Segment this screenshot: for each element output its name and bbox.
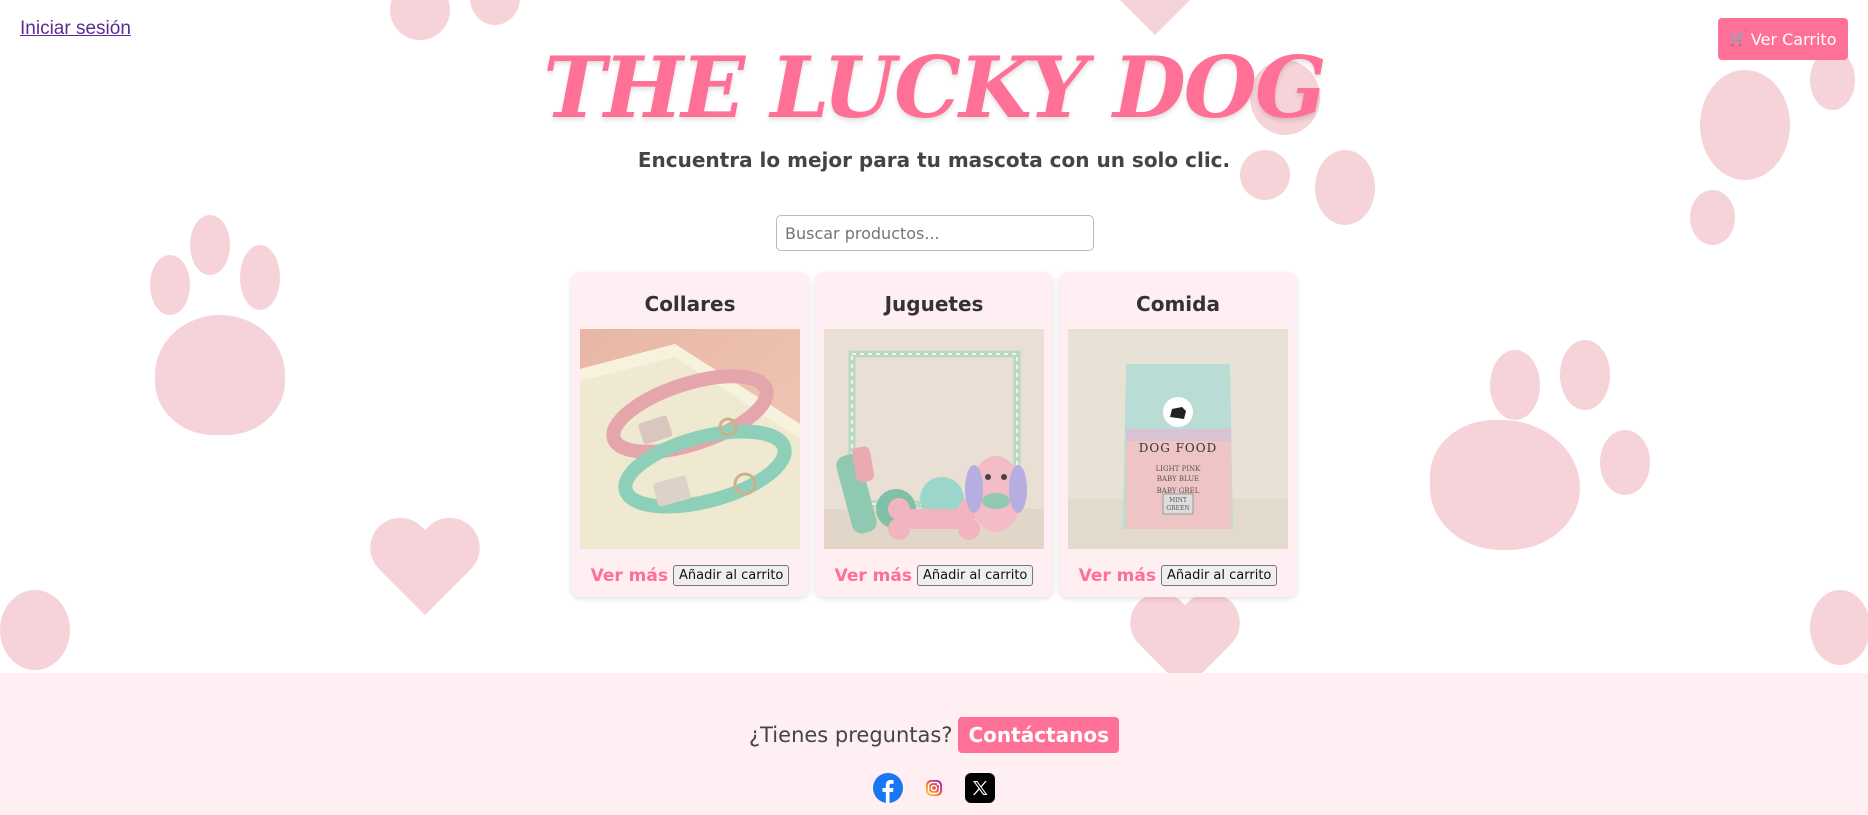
product-image-collares [580, 329, 800, 549]
product-image-juguetes [824, 329, 1044, 549]
product-cards: Collares Ver más Añadir al carrito Jugue… [571, 272, 1297, 597]
add-to-cart-button[interactable]: Añadir al carrito [1160, 565, 1278, 586]
contact-question: ¿Tienes preguntas? [748, 723, 953, 747]
food-bag-tag: MINT [1169, 497, 1187, 504]
paw-print-decoration [1800, 590, 1868, 673]
facebook-icon[interactable] [873, 773, 903, 803]
site-title: THE LUCKY DOG [543, 38, 1326, 137]
product-card-collares: Collares Ver más Añadir al carrito [571, 272, 809, 597]
food-bag-line: LIGHT PINK [1155, 465, 1201, 473]
see-more-link[interactable]: Ver más [591, 566, 668, 586]
product-title: Comida [1136, 292, 1220, 316]
product-title: Collares [644, 292, 736, 316]
food-bag-line: BABY BLUE [1156, 475, 1200, 483]
product-image-comida: DOG FOOD LIGHT PINK BABY BLUE BABY GREL … [1068, 329, 1288, 549]
contact-button[interactable]: Contáctanos [958, 717, 1119, 753]
food-bag-label: DOG FOOD [1138, 441, 1218, 455]
product-title: Juguetes [884, 292, 984, 316]
add-to-cart-button[interactable]: Añadir al carrito [672, 565, 790, 586]
footer: ¿Tienes preguntas? Contáctanos [0, 673, 1868, 815]
see-more-link[interactable]: Ver más [835, 566, 912, 586]
tagline: Encuentra lo mejor para tu mascota con u… [637, 148, 1231, 172]
food-bag-line: BABY GREL [1156, 487, 1200, 495]
paw-print-decoration [1430, 340, 1660, 570]
paw-print-decoration [0, 590, 70, 673]
search-input[interactable] [776, 215, 1094, 251]
x-icon[interactable] [965, 773, 995, 803]
food-bag-tag: GREEN [1166, 505, 1190, 512]
product-card-juguetes: Juguetes Ver más Añadir al carrito [815, 272, 1053, 597]
add-to-cart-button[interactable]: Añadir al carrito [916, 565, 1034, 586]
login-link[interactable]: Iniciar sesión [20, 18, 131, 40]
product-card-comida: Comida DOG FOOD LIGHT PINK BABY BLUE BAB… [1059, 272, 1297, 597]
paw-print-decoration [150, 215, 290, 445]
heart-decoration [370, 520, 480, 620]
instagram-icon[interactable] [919, 773, 949, 803]
heart-decoration [1100, 0, 1210, 40]
see-more-link[interactable]: Ver más [1079, 566, 1156, 586]
